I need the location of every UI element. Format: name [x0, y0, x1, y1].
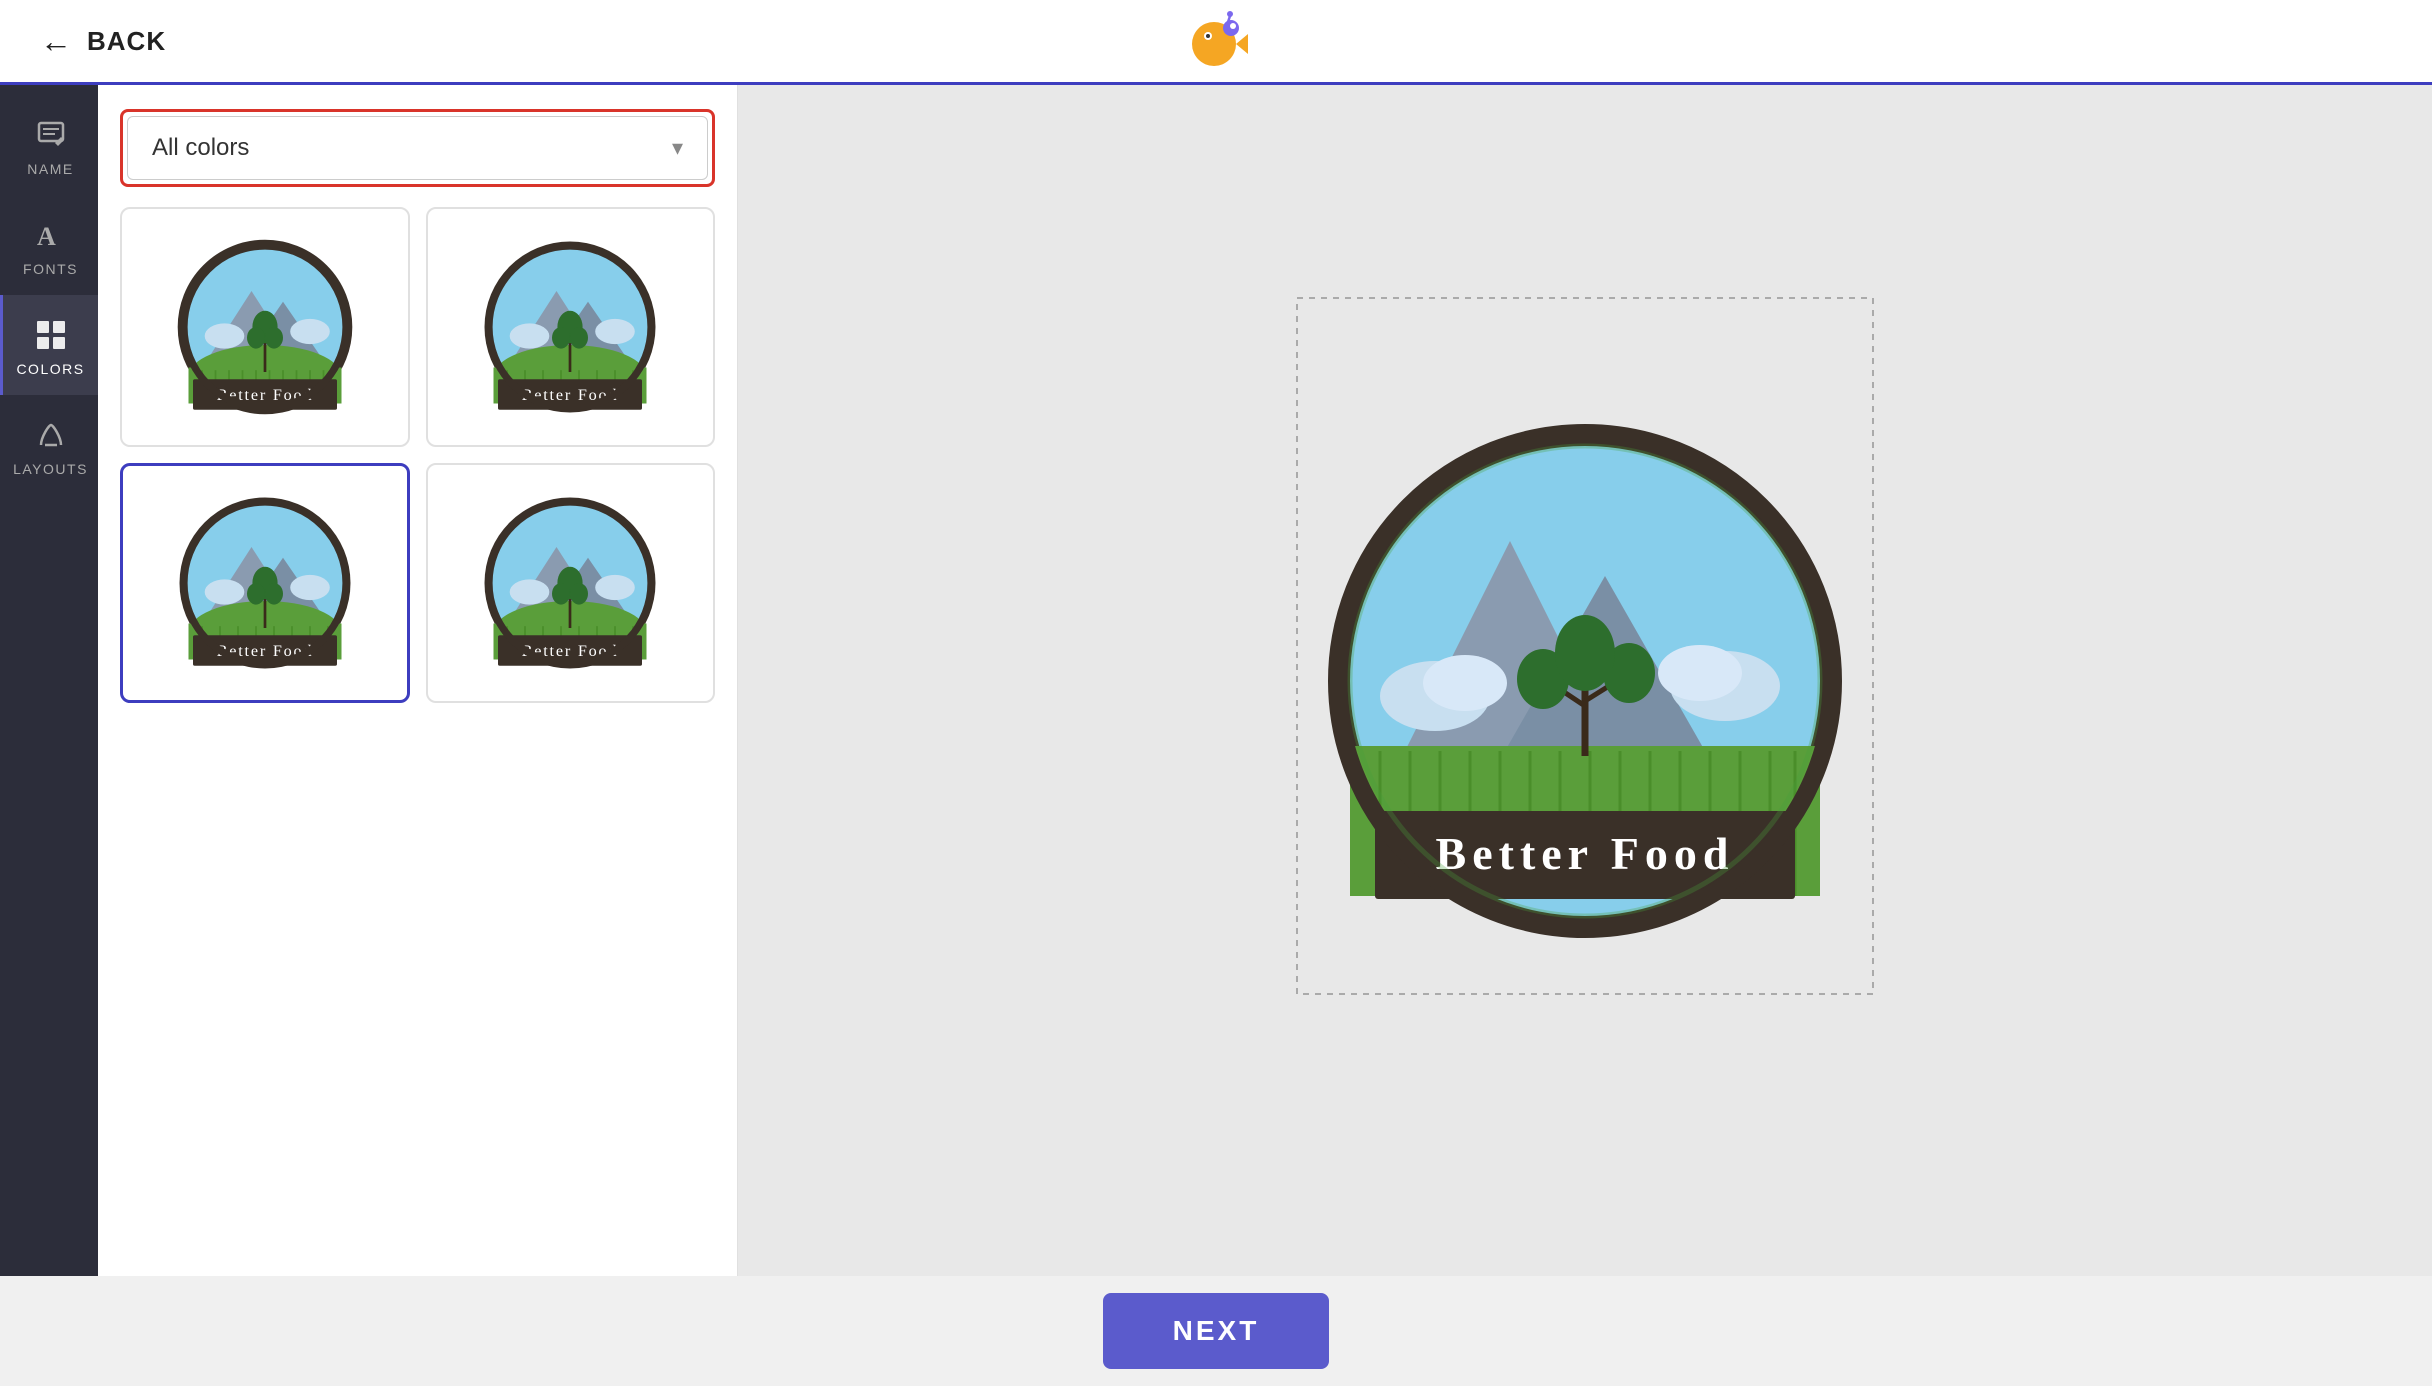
logo-thumbnail-2: Better Food — [480, 237, 660, 417]
sidebar-layouts-label: LAYOUTS — [13, 461, 88, 477]
back-label: BACK — [87, 26, 166, 57]
logo-grid: Better Food — [120, 207, 715, 703]
back-button[interactable]: ← BACK — [40, 23, 166, 60]
sidebar-fonts-label: FONTS — [23, 261, 78, 277]
logo-thumbnail-1: Better Food — [175, 237, 355, 417]
color-filter-dropdown[interactable]: All colors ▾ — [127, 116, 708, 180]
logo-thumbnail-4: Better Food — [480, 493, 660, 673]
edit-icon — [33, 117, 69, 153]
top-bar: ← BACK — [0, 0, 2432, 85]
sidebar-item-name[interactable]: NAME — [0, 95, 98, 195]
sidebar-item-layouts[interactable]: LAYOUTS — [0, 395, 98, 495]
svg-text:Better Food: Better Food — [1436, 828, 1735, 879]
sidebar-colors-label: COLORS — [16, 361, 84, 377]
logo-card-2[interactable]: Better Food — [426, 207, 716, 447]
back-arrow-icon: ← — [40, 23, 73, 60]
panel: All colors ▾ — [98, 85, 738, 1276]
chevron-down-icon: ▾ — [672, 135, 683, 161]
app-logo — [1176, 6, 1256, 76]
filter-label: All colors — [152, 134, 249, 162]
filter-dropdown-wrapper: All colors ▾ — [120, 109, 715, 187]
canvas-preview: Better Food — [1295, 391, 1875, 971]
layouts-icon — [33, 417, 69, 453]
fonts-icon: A — [33, 217, 69, 253]
logo-thumbnail-3: Better Food — [175, 493, 355, 673]
sidebar-item-colors[interactable]: COLORS — [0, 295, 98, 395]
canvas-area: Better Food — [738, 85, 2432, 1276]
sidebar-name-label: NAME — [27, 161, 73, 177]
sidebar-item-fonts[interactable]: A FONTS — [0, 195, 98, 295]
logo-card-3[interactable]: Better Food — [120, 463, 410, 703]
svg-text:A: A — [37, 222, 56, 251]
logo-card-4[interactable]: Better Food — [426, 463, 716, 703]
logo-card-1[interactable]: Better Food — [120, 207, 410, 447]
sidebar: NAME A FONTS COLORS LAYOUTS — [0, 85, 98, 1276]
next-button[interactable]: NEXT — [1103, 1293, 1330, 1369]
canvas-logo: Better Food — [1325, 421, 1845, 941]
main-area: NAME A FONTS COLORS LAYOUTS — [0, 85, 2432, 1276]
bottom-bar: NEXT — [0, 1276, 2432, 1386]
colors-icon — [33, 317, 69, 353]
